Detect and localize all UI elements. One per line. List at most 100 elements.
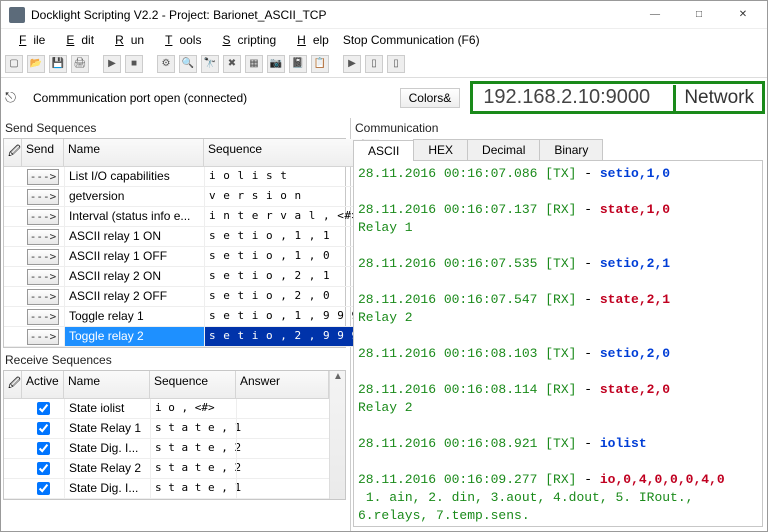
recv-active-checkbox[interactable] — [37, 482, 50, 495]
send-col-name[interactable]: Name — [64, 139, 204, 166]
tab-hex[interactable]: HEX — [413, 139, 468, 160]
recv-row-sequence[interactable]: s t a t e , 2 — [150, 439, 236, 458]
recv-row-answer[interactable] — [236, 399, 329, 418]
send-row-sequence[interactable]: s e t i o , 2 , 1 — [204, 267, 363, 286]
send-row-sequence[interactable]: s e t i o , 2 , 9 9 9 — [204, 327, 363, 346]
recv-row-name[interactable]: State Dig. I... — [64, 439, 150, 458]
send-row-name[interactable]: Interval (status info e... — [64, 207, 204, 226]
recv-col-name[interactable]: Name — [64, 371, 150, 398]
toolbar-table-icon[interactable]: ▦ — [245, 55, 263, 73]
menu-edit[interactable]: Edit — [52, 31, 101, 49]
send-row-name[interactable]: Toggle relay 1 — [64, 307, 204, 326]
send-col-sequence[interactable]: Sequence — [204, 139, 363, 166]
recv-row-answer[interactable] — [236, 459, 329, 478]
toolbar-print-icon[interactable]: 🖨 — [71, 55, 89, 73]
communication-log[interactable]: 28.11.2016 00:16:07.086 [TX] - setio,1,0… — [353, 161, 763, 527]
send-row[interactable]: ---> List I/O capabilitiesi o l i s t — [4, 167, 363, 187]
send-row[interactable]: ---> Interval (status info e...i n t e r … — [4, 207, 363, 227]
recv-row-answer[interactable] — [236, 439, 329, 458]
toolbar-page-icon[interactable]: ▯ — [365, 55, 383, 73]
send-button[interactable]: ---> — [27, 209, 59, 225]
recv-active-checkbox[interactable] — [37, 402, 50, 415]
send-row[interactable]: ---> ASCII relay 1 ONs e t i o , 1 , 1 — [4, 227, 363, 247]
tab-binary[interactable]: Binary — [539, 139, 603, 160]
send-row-sequence[interactable]: s e t i o , 1 , 9 9 9 — [204, 307, 363, 326]
recv-row-answer[interactable] — [236, 419, 329, 438]
recv-row-name[interactable]: State Dig. I... — [64, 479, 150, 498]
send-row[interactable]: ---> ASCII relay 1 OFFs e t i o , 1 , 0 — [4, 247, 363, 267]
recv-col-active[interactable]: Active — [22, 371, 64, 398]
menu-tools[interactable]: Tools — [151, 31, 208, 49]
send-button[interactable]: ---> — [27, 169, 59, 185]
connection-address[interactable]: 192.168.2.10:9000 — [473, 84, 673, 111]
send-row[interactable]: ---> ASCII relay 2 OFFs e t i o , 2 , 0 — [4, 287, 363, 307]
send-button[interactable]: ---> — [27, 269, 59, 285]
menu-run[interactable]: Run — [101, 31, 151, 49]
recv-row[interactable]: State Dig. I...s t a t e , 2 — [4, 439, 329, 459]
send-row-name[interactable]: ASCII relay 2 OFF — [64, 287, 204, 306]
recv-row-sequence[interactable]: s t a t e , 1 — [150, 419, 236, 438]
send-row-name[interactable]: ASCII relay 2 ON — [64, 267, 204, 286]
menu-scripting[interactable]: Scripting — [208, 31, 283, 49]
close-button[interactable]: ✕ — [721, 2, 765, 28]
toolbar-save-icon[interactable]: 💾 — [49, 55, 67, 73]
connection-mode[interactable]: Network — [673, 85, 762, 111]
send-row-sequence[interactable]: s e t i o , 1 , 1 — [204, 227, 363, 246]
send-grid-corner[interactable]: 🖉 — [4, 139, 22, 166]
recv-grid-corner[interactable]: 🖉 — [4, 371, 22, 398]
send-col-send[interactable]: Send — [22, 139, 64, 166]
send-row-sequence[interactable]: v e r s i o n — [204, 187, 363, 206]
recv-grid-scrollbar[interactable]: ▲ — [329, 371, 345, 499]
send-row-sequence[interactable]: s e t i o , 2 , 0 — [204, 287, 363, 306]
send-button[interactable]: ---> — [27, 229, 59, 245]
recv-row-sequence[interactable]: s t a t e , 1 — [150, 479, 236, 498]
recv-active-checkbox[interactable] — [37, 442, 50, 455]
toolbar-page2-icon[interactable]: ▯ — [387, 55, 405, 73]
menu-help[interactable]: Help — [283, 31, 336, 49]
send-row-name[interactable]: ASCII relay 1 ON — [64, 227, 204, 246]
toolbar-clipboard-icon[interactable]: 📋 — [311, 55, 329, 73]
send-row-name[interactable]: ASCII relay 1 OFF — [64, 247, 204, 266]
send-button[interactable]: ---> — [27, 289, 59, 305]
menu-file[interactable]: File — [5, 31, 52, 49]
maximize-button[interactable]: □ — [677, 2, 721, 28]
send-button[interactable]: ---> — [27, 189, 59, 205]
toolbar-run-script-icon[interactable]: ▶ — [343, 55, 361, 73]
toolbar-search-icon[interactable]: 🔍 — [179, 55, 197, 73]
recv-row-answer[interactable] — [236, 479, 329, 498]
tab-decimal[interactable]: Decimal — [467, 139, 540, 160]
send-row[interactable]: ---> getversionv e r s i o n — [4, 187, 363, 207]
send-row-name[interactable]: getversion — [64, 187, 204, 206]
recv-active-checkbox[interactable] — [37, 422, 50, 435]
send-button[interactable]: ---> — [27, 329, 59, 345]
recv-row-sequence[interactable]: s t a t e , 2 — [150, 459, 236, 478]
recv-row-name[interactable]: State iolist — [64, 399, 150, 418]
send-row[interactable]: ---> ASCII relay 2 ONs e t i o , 2 , 1 — [4, 267, 363, 287]
recv-row[interactable]: State Relay 2s t a t e , 2 — [4, 459, 329, 479]
send-button[interactable]: ---> — [27, 249, 59, 265]
recv-col-answer[interactable]: Answer — [236, 371, 329, 398]
tab-ascii[interactable]: ASCII — [353, 140, 414, 161]
toolbar-open-icon[interactable]: 📂 — [27, 55, 45, 73]
recv-active-checkbox[interactable] — [37, 462, 50, 475]
colors-button[interactable]: Colors& — [400, 88, 461, 108]
recv-row-name[interactable]: State Relay 2 — [64, 459, 150, 478]
toolbar-notebook-icon[interactable]: 📓 — [289, 55, 307, 73]
send-button[interactable]: ---> — [27, 309, 59, 325]
toolbar-clear-icon[interactable]: ✖ — [223, 55, 241, 73]
recv-row-sequence[interactable]: i o , <#> — [150, 399, 236, 418]
toolbar-binoculars-icon[interactable]: 🔭 — [201, 55, 219, 73]
menu-stop-communication[interactable]: Stop Communication (F6) — [336, 31, 487, 49]
toolbar-stop-icon[interactable]: ■ — [125, 55, 143, 73]
send-row[interactable]: ---> Toggle relay 2s e t i o , 2 , 9 9 9 — [4, 327, 363, 347]
recv-row-name[interactable]: State Relay 1 — [64, 419, 150, 438]
send-row-name[interactable]: List I/O capabilities — [64, 167, 204, 186]
send-row-sequence[interactable]: i n t e r v a l , <#> — [204, 207, 363, 226]
send-row-sequence[interactable]: i o l i s t — [204, 167, 363, 186]
recv-row[interactable]: State Relay 1s t a t e , 1 — [4, 419, 329, 439]
send-row-name[interactable]: Toggle relay 2 — [64, 327, 204, 346]
toolbar-new-icon[interactable]: ▢ — [5, 55, 23, 73]
send-row[interactable]: ---> Toggle relay 1s e t i o , 1 , 9 9 9 — [4, 307, 363, 327]
send-row-sequence[interactable]: s e t i o , 1 , 0 — [204, 247, 363, 266]
toolbar-play-icon[interactable]: ▶ — [103, 55, 121, 73]
